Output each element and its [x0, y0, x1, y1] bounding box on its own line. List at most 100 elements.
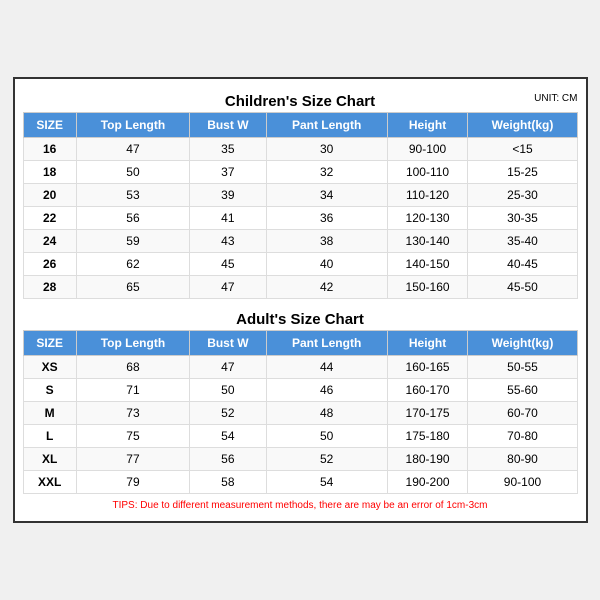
table-cell: 90-100 — [387, 138, 468, 161]
col-pant-length-adults: Pant Length — [266, 331, 387, 356]
table-cell: 65 — [76, 276, 189, 299]
table-cell: 43 — [190, 230, 267, 253]
table-cell: 38 — [266, 230, 387, 253]
table-cell: 180-190 — [387, 448, 468, 471]
col-weight-adults: Weight(kg) — [468, 331, 577, 356]
table-cell: 100-110 — [387, 161, 468, 184]
table-cell: XXL — [23, 471, 76, 494]
col-height-adults: Height — [387, 331, 468, 356]
table-cell: 62 — [76, 253, 189, 276]
table-cell: 110-120 — [387, 184, 468, 207]
table-cell: 150-160 — [387, 276, 468, 299]
table-cell: 68 — [76, 356, 189, 379]
table-cell: 22 — [23, 207, 76, 230]
table-cell: 160-165 — [387, 356, 468, 379]
table-cell: 34 — [266, 184, 387, 207]
table-cell: 50-55 — [468, 356, 577, 379]
table-cell: 59 — [76, 230, 189, 253]
table-cell: XS — [23, 356, 76, 379]
table-row: XS684744160-16550-55 — [23, 356, 577, 379]
table-cell: 25-30 — [468, 184, 577, 207]
table-row: L755450175-18070-80 — [23, 425, 577, 448]
col-weight-children: Weight(kg) — [468, 113, 577, 138]
table-cell: 32 — [266, 161, 387, 184]
table-cell: 70-80 — [468, 425, 577, 448]
col-top-length-children: Top Length — [76, 113, 189, 138]
table-row: M735248170-17560-70 — [23, 402, 577, 425]
table-cell: 50 — [266, 425, 387, 448]
table-row: 28654742150-16045-50 — [23, 276, 577, 299]
table-cell: 16 — [23, 138, 76, 161]
table-cell: 40-45 — [468, 253, 577, 276]
table-cell: 80-90 — [468, 448, 577, 471]
table-row: XXL795854190-20090-100 — [23, 471, 577, 494]
table-cell: 40 — [266, 253, 387, 276]
table-cell: 30 — [266, 138, 387, 161]
table-cell: 190-200 — [387, 471, 468, 494]
table-cell: 41 — [190, 207, 267, 230]
table-row: 26624540140-15040-45 — [23, 253, 577, 276]
table-row: 1647353090-100<15 — [23, 138, 577, 161]
table-cell: 60-70 — [468, 402, 577, 425]
col-pant-length-children: Pant Length — [266, 113, 387, 138]
table-cell: 48 — [266, 402, 387, 425]
adults-title: Adult's Size Chart — [23, 305, 578, 330]
col-top-length-adults: Top Length — [76, 331, 189, 356]
table-cell: 52 — [266, 448, 387, 471]
table-cell: 55-60 — [468, 379, 577, 402]
size-chart-container: Children's Size Chart UNIT: CM SIZE Top … — [13, 77, 588, 523]
table-cell: 140-150 — [387, 253, 468, 276]
table-cell: 45-50 — [468, 276, 577, 299]
col-bust-adults: Bust W — [190, 331, 267, 356]
adults-header-row: SIZE Top Length Bust W Pant Length Heigh… — [23, 331, 577, 356]
table-cell: 36 — [266, 207, 387, 230]
table-cell: 50 — [190, 379, 267, 402]
table-cell: 47 — [76, 138, 189, 161]
table-cell: 35-40 — [468, 230, 577, 253]
col-height-children: Height — [387, 113, 468, 138]
table-cell: M — [23, 402, 76, 425]
table-row: 20533934110-12025-30 — [23, 184, 577, 207]
table-cell: S — [23, 379, 76, 402]
table-cell: 42 — [266, 276, 387, 299]
table-cell: 160-170 — [387, 379, 468, 402]
children-title-text: Children's Size Chart — [225, 93, 375, 110]
table-cell: 20 — [23, 184, 76, 207]
table-row: 24594338130-14035-40 — [23, 230, 577, 253]
table-cell: 44 — [266, 356, 387, 379]
table-cell: 73 — [76, 402, 189, 425]
adults-table-body: XS684744160-16550-55S715046160-17055-60M… — [23, 356, 577, 494]
table-cell: 58 — [190, 471, 267, 494]
unit-label-children: UNIT: CM — [534, 93, 577, 104]
col-size-adults: SIZE — [23, 331, 76, 356]
children-header-row: SIZE Top Length Bust W Pant Length Heigh… — [23, 113, 577, 138]
table-row: 18503732100-11015-25 — [23, 161, 577, 184]
table-cell: 45 — [190, 253, 267, 276]
table-row: 22564136120-13030-35 — [23, 207, 577, 230]
table-cell: 77 — [76, 448, 189, 471]
table-cell: 90-100 — [468, 471, 577, 494]
table-cell: 50 — [76, 161, 189, 184]
table-cell: 18 — [23, 161, 76, 184]
table-cell: 71 — [76, 379, 189, 402]
table-cell: L — [23, 425, 76, 448]
table-cell: 37 — [190, 161, 267, 184]
col-bust-children: Bust W — [190, 113, 267, 138]
table-row: S715046160-17055-60 — [23, 379, 577, 402]
table-cell: 175-180 — [387, 425, 468, 448]
col-size-children: SIZE — [23, 113, 76, 138]
table-cell: 15-25 — [468, 161, 577, 184]
table-cell: 130-140 — [387, 230, 468, 253]
tips-text: TIPS: Due to different measurement metho… — [23, 494, 578, 513]
table-cell: 75 — [76, 425, 189, 448]
table-cell: 47 — [190, 356, 267, 379]
adults-title-text: Adult's Size Chart — [236, 311, 364, 328]
table-cell: XL — [23, 448, 76, 471]
children-size-table: SIZE Top Length Bust W Pant Length Heigh… — [23, 112, 578, 299]
table-cell: 79 — [76, 471, 189, 494]
table-cell: 170-175 — [387, 402, 468, 425]
table-cell: <15 — [468, 138, 577, 161]
table-cell: 56 — [190, 448, 267, 471]
table-cell: 46 — [266, 379, 387, 402]
children-title: Children's Size Chart UNIT: CM — [23, 87, 578, 112]
